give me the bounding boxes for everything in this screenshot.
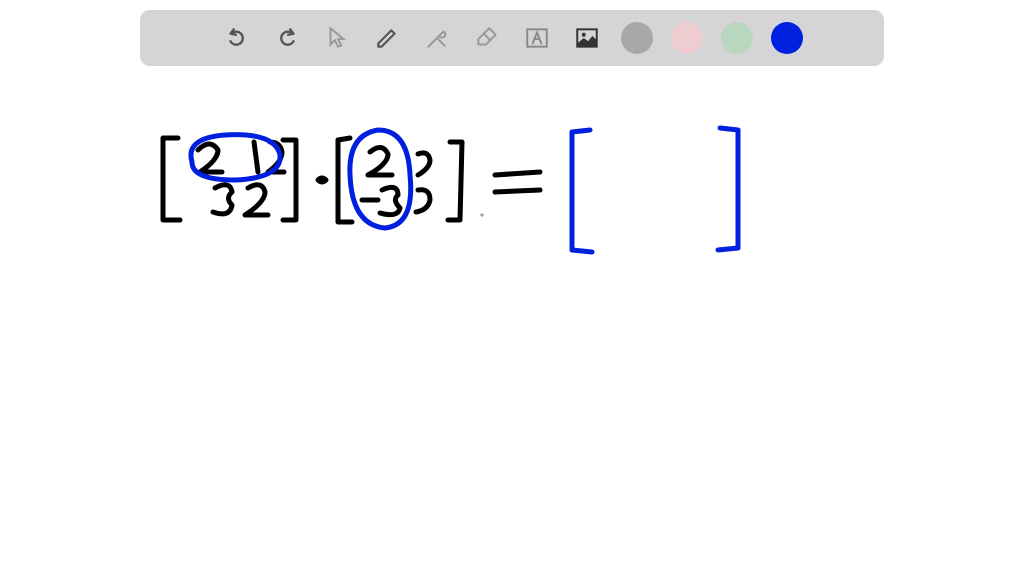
eraser-icon (474, 25, 500, 51)
redo-icon (274, 25, 300, 51)
drawing-canvas[interactable] (0, 80, 1024, 560)
undo-icon (224, 25, 250, 51)
text-icon (524, 25, 550, 51)
color-gray[interactable] (621, 22, 653, 54)
color-blue[interactable] (771, 22, 803, 54)
image-icon (574, 25, 600, 51)
color-pink[interactable] (671, 22, 703, 54)
redo-button[interactable] (271, 22, 303, 54)
color-green[interactable] (721, 22, 753, 54)
drawing-toolbar (140, 10, 884, 66)
eraser-button[interactable] (471, 22, 503, 54)
pointer-button[interactable] (321, 22, 353, 54)
undo-button[interactable] (221, 22, 253, 54)
tools-button[interactable] (421, 22, 453, 54)
handwritten-content (0, 80, 1024, 560)
text-button[interactable] (521, 22, 553, 54)
pencil-icon (374, 25, 400, 51)
tools-icon (424, 25, 450, 51)
pointer-icon (324, 25, 350, 51)
image-button[interactable] (571, 22, 603, 54)
pencil-button[interactable] (371, 22, 403, 54)
